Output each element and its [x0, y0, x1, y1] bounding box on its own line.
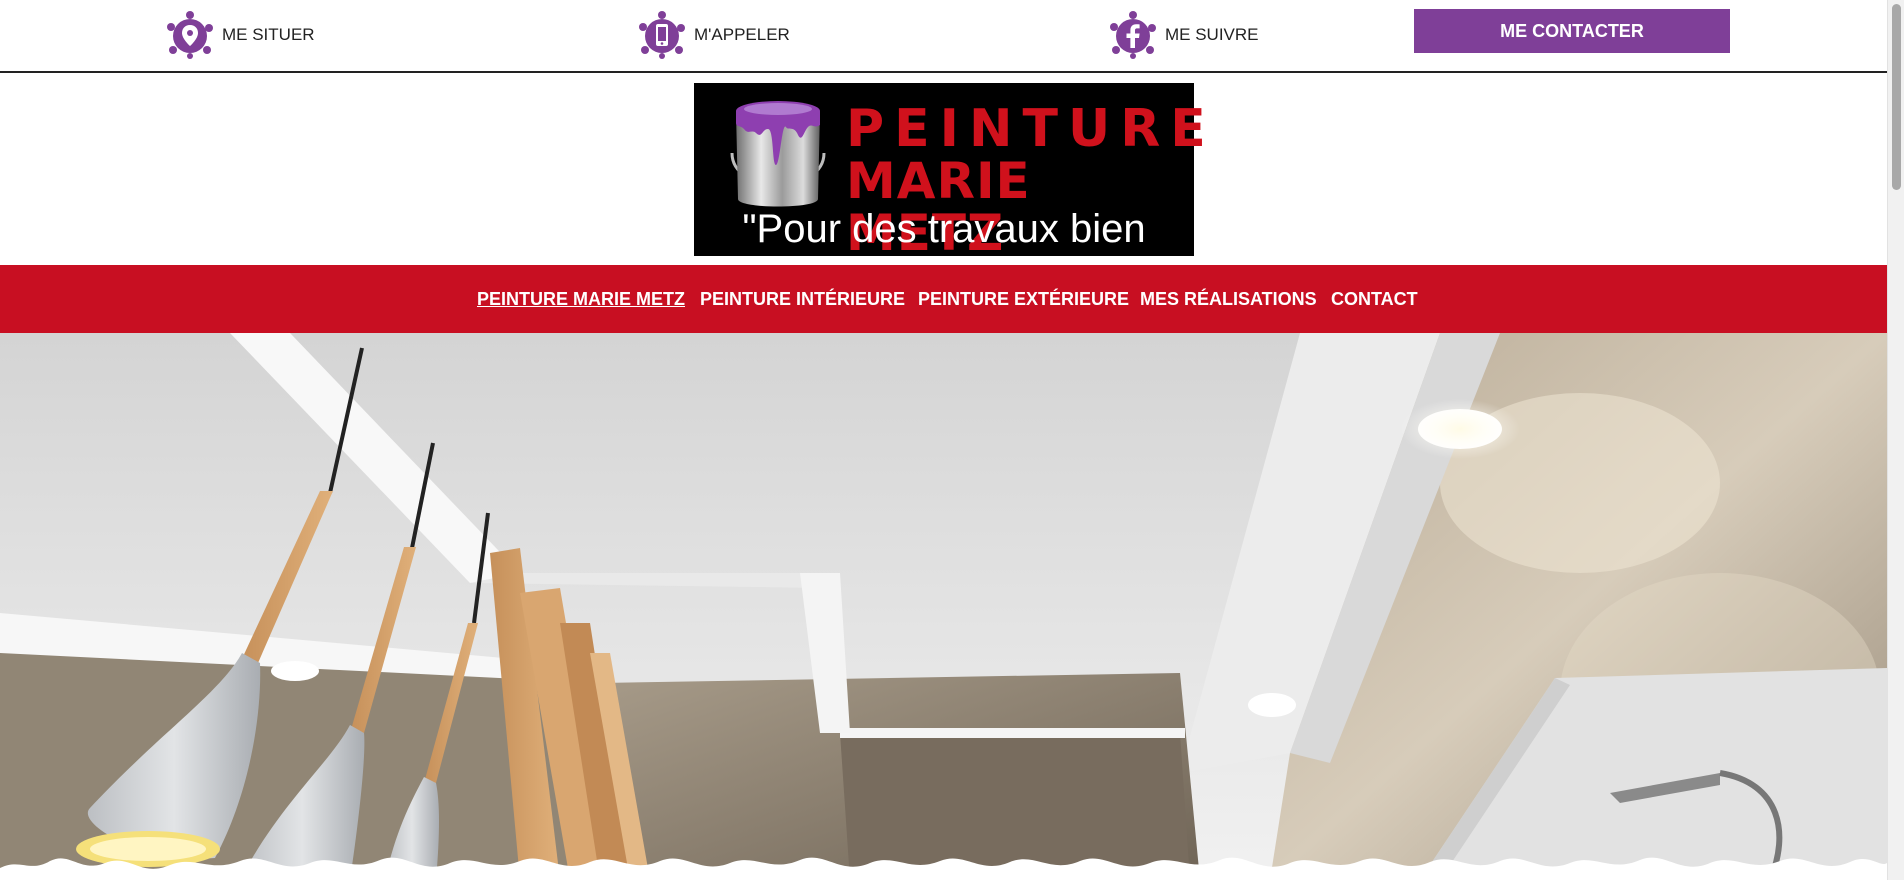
locate-label: ME SITUER	[222, 25, 315, 44]
hero-interior-illustration	[0, 333, 1887, 880]
nav-item-peinture-exterieure[interactable]: PEINTURE EXTÉRIEURE	[918, 265, 1129, 333]
nav-item-mes-realisations[interactable]: MES RÉALISATIONS	[1140, 265, 1317, 333]
nav-item-contact[interactable]: CONTACT	[1331, 265, 1418, 333]
page-scrollbar[interactable]	[1887, 0, 1904, 880]
phone-icon	[639, 11, 685, 59]
follow-link[interactable]: ME SUIVRE	[1108, 10, 1259, 60]
logo-line-1: PEINTURE	[846, 99, 1216, 159]
nav-item-peinture-interieure[interactable]: PEINTURE INTÉRIEURE	[700, 265, 905, 333]
locate-link[interactable]: ME SITUER	[165, 10, 315, 60]
hero-image	[0, 333, 1887, 880]
follow-label: ME SUIVRE	[1165, 25, 1259, 44]
call-link[interactable]: M'APPELER	[637, 10, 790, 60]
page: ME SITUER M'APPELER ME SUIVRE ME CONTACT…	[0, 0, 1904, 880]
scrollbar-thumb[interactable]	[1892, 4, 1901, 190]
location-pin-icon	[167, 11, 213, 59]
nav-item-peinture-marie-metz[interactable]: PEINTURE MARIE METZ	[477, 265, 685, 333]
top-bar: ME SITUER M'APPELER ME SUIVRE ME CONTACT…	[0, 0, 1887, 73]
facebook-icon	[1110, 11, 1156, 59]
header: PEINTURE MARIE METZ "Pour des travaux bi…	[0, 75, 1887, 295]
logo[interactable]: PEINTURE MARIE METZ "Pour des travaux bi…	[694, 83, 1206, 295]
paint-can-icon	[730, 101, 826, 207]
main-nav: PEINTURE MARIE METZ PEINTURE INTÉRIEURE …	[0, 265, 1887, 333]
call-label: M'APPELER	[694, 25, 790, 44]
contact-me-button[interactable]: ME CONTACTER	[1414, 9, 1730, 53]
